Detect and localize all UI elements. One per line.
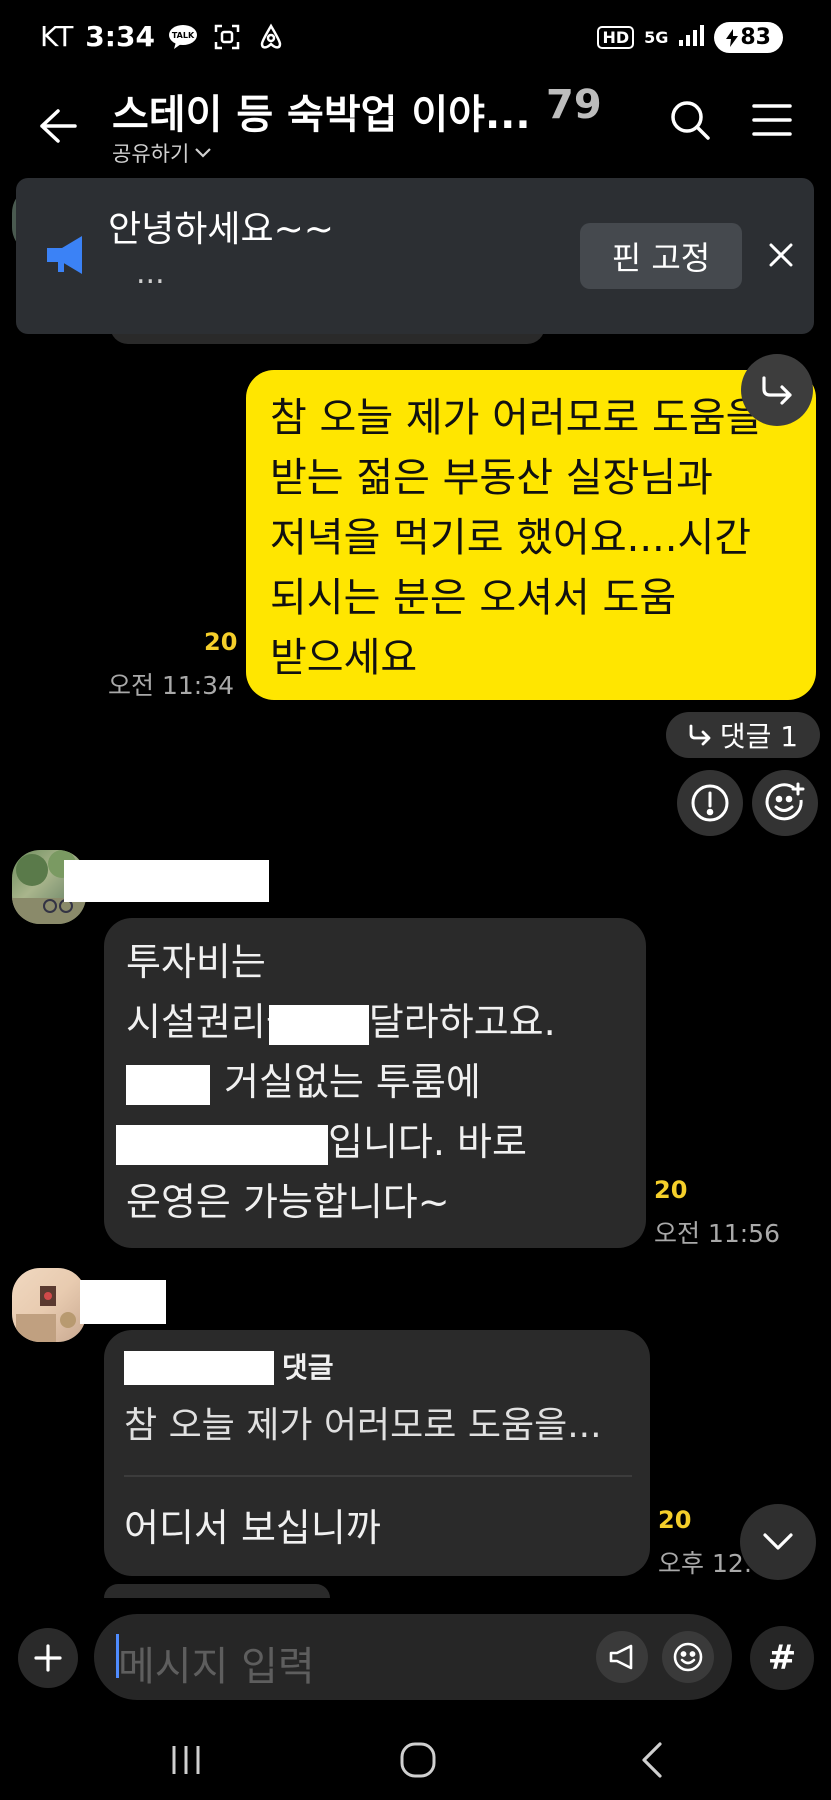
chevron-down-icon bbox=[763, 1533, 793, 1550]
chat-title[interactable]: 스테이 등 숙박업 이야... bbox=[112, 82, 531, 140]
megaphone-icon bbox=[609, 1644, 633, 1670]
sender-name-redacted bbox=[64, 860, 269, 902]
unread-count: 20 bbox=[204, 628, 238, 656]
battery-level: 83 bbox=[740, 25, 771, 50]
message-line: 참 오늘 제가 어러모로 도움을 bbox=[270, 395, 763, 441]
message-line: 받으세요 bbox=[270, 635, 418, 681]
menu-icon bbox=[752, 104, 792, 136]
message-time: 오전 11:56 bbox=[654, 1219, 780, 1248]
back-chevron-icon bbox=[642, 1742, 662, 1778]
home-icon bbox=[400, 1742, 436, 1778]
carrier-label: KT bbox=[40, 20, 74, 53]
message-line: 거실없는 투룸에 bbox=[126, 1052, 624, 1112]
kakaotalk-icon: TALK bbox=[167, 21, 199, 53]
unread-count: 20 bbox=[654, 1176, 688, 1204]
quoted-reply[interactable]: 댓글 참 오늘 제가 어러모로 도움을... bbox=[124, 1348, 634, 1456]
emoji-button[interactable] bbox=[662, 1631, 714, 1683]
chevron-down-icon bbox=[195, 148, 212, 158]
status-right: HD 5G 83 bbox=[597, 22, 783, 53]
status-bar: KT 3:34 TALK HD 5G 83 bbox=[0, 0, 831, 80]
my-message-bubble[interactable]: 참 오늘 제가 어러모로 도움을 받는 젊은 부동산 실장님과 저녁을 먹기로 … bbox=[246, 370, 816, 700]
redacted-text bbox=[268, 1004, 369, 1045]
unread-count: 20 bbox=[658, 1506, 692, 1534]
megaphone-icon bbox=[44, 230, 94, 280]
clock: 3:34 bbox=[85, 20, 155, 53]
redacted-text bbox=[116, 1124, 328, 1165]
message-line: 운영은 가능합니다~ bbox=[126, 1180, 450, 1224]
add-reaction-button[interactable] bbox=[752, 770, 818, 836]
message-bubble[interactable]: 투자비는 시설권리금 달라하고요. 거실없는 투룸에 입니다. 바로 운영은 가능… bbox=[104, 918, 646, 1248]
reply-message-bubble[interactable]: 댓글 참 오늘 제가 어러모로 도움을... 어디서 보십니까 bbox=[104, 1330, 650, 1576]
back-arrow-icon bbox=[40, 109, 77, 143]
hashtag-button[interactable]: # bbox=[750, 1626, 814, 1690]
chat-header: 스테이 등 숙박업 이야... 79 공유하기 bbox=[0, 80, 831, 180]
redacted-text bbox=[126, 1064, 210, 1105]
emoji-add-icon bbox=[765, 782, 805, 821]
svg-text:TALK: TALK bbox=[172, 31, 195, 40]
sender-name-redacted bbox=[80, 1280, 166, 1324]
battery-indicator: 83 bbox=[714, 22, 783, 53]
message-input[interactable]: 메시지 입력 bbox=[94, 1614, 732, 1700]
attach-button[interactable] bbox=[18, 1628, 78, 1688]
hd-icon: HD bbox=[597, 26, 635, 49]
announce-button[interactable] bbox=[596, 1631, 648, 1683]
pinned-notice[interactable]: 안녕하세요~~ ... 핀 고정 bbox=[16, 178, 814, 334]
network-icon: 5G bbox=[644, 28, 669, 47]
pin-button[interactable]: 핀 고정 bbox=[580, 223, 742, 289]
reply-arrow-icon bbox=[689, 724, 711, 746]
airbnb-icon bbox=[255, 21, 287, 53]
report-button[interactable] bbox=[677, 770, 743, 836]
system-nav-bar bbox=[0, 1720, 831, 1800]
quote-text: 참 오늘 제가 어러모로 도움을... bbox=[124, 1405, 602, 1446]
notice-title: 안녕하세요~~ bbox=[108, 209, 334, 250]
member-count: 79 bbox=[546, 82, 602, 128]
message-fragment: 입니다. 바로 bbox=[328, 1120, 527, 1164]
status-left: KT 3:34 TALK bbox=[40, 20, 287, 53]
message-text: 어디서 보십니까 bbox=[124, 1506, 381, 1550]
message-time: 오전 11:34 bbox=[108, 671, 234, 700]
share-dropdown[interactable]: 공유하기 bbox=[112, 138, 212, 168]
search-icon bbox=[671, 101, 710, 140]
recent-apps-icon bbox=[172, 1746, 200, 1774]
message-fragment: 거실없는 투룸에 bbox=[224, 1060, 481, 1104]
recent-apps-button[interactable] bbox=[156, 1730, 216, 1790]
reply-count-label: 댓글 1 bbox=[719, 720, 799, 753]
forward-button[interactable] bbox=[741, 354, 813, 426]
home-button[interactable] bbox=[388, 1730, 448, 1790]
message-line: 받는 젊은 부동산 실장님과 bbox=[270, 455, 713, 501]
partial-message-bubble bbox=[104, 1584, 330, 1598]
avatar[interactable] bbox=[12, 1268, 86, 1342]
charging-icon bbox=[726, 28, 739, 47]
quote-header: 댓글 bbox=[124, 1348, 634, 1388]
emoji-icon bbox=[673, 1642, 703, 1672]
forward-arrow-icon bbox=[762, 376, 792, 405]
message-fragment: 달라하고요. bbox=[368, 1000, 556, 1044]
signal-icon bbox=[678, 24, 705, 51]
plus-icon bbox=[34, 1644, 62, 1672]
exclamation-icon bbox=[691, 784, 729, 822]
scroll-to-bottom-button[interactable] bbox=[740, 1504, 816, 1580]
message-line: 되시는 분은 오셔서 도움 bbox=[270, 575, 677, 621]
message-line: 입니다. 바로 bbox=[116, 1112, 624, 1172]
search-button[interactable] bbox=[664, 94, 716, 146]
message-line: 저녁을 먹기로 했어요....시간 bbox=[270, 515, 752, 561]
divider bbox=[124, 1475, 632, 1477]
back-nav-button[interactable] bbox=[622, 1730, 682, 1790]
message-line: 투자비는 bbox=[126, 940, 266, 984]
back-button[interactable] bbox=[30, 98, 86, 154]
share-label: 공유하기 bbox=[112, 142, 190, 166]
notice-subtitle: ... bbox=[136, 256, 165, 291]
notice-close-button[interactable] bbox=[756, 230, 806, 280]
profile-photo bbox=[16, 1286, 76, 1342]
menu-button[interactable] bbox=[746, 94, 798, 146]
reply-count-chip[interactable]: 댓글 1 bbox=[666, 712, 820, 758]
screen-capture-icon bbox=[211, 21, 243, 53]
message-line: 시설권리금 달라하고요. bbox=[126, 992, 624, 1052]
close-icon bbox=[769, 243, 793, 267]
redacted-text bbox=[124, 1351, 274, 1385]
message-input-placeholder: 메시지 입력 bbox=[118, 1644, 315, 1690]
quote-label: 댓글 bbox=[282, 1351, 334, 1384]
